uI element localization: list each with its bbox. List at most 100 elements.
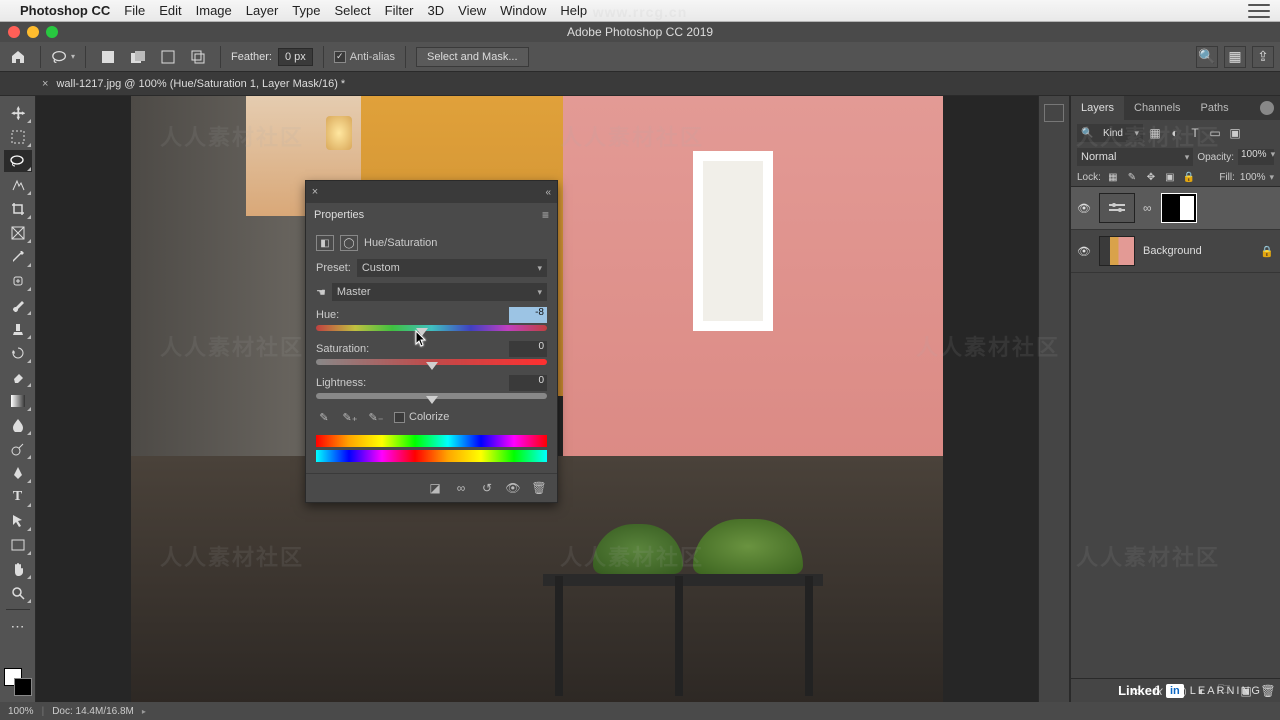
eyedropper-sub-icon[interactable]: ✎₋ [368, 409, 384, 425]
menu-edit[interactable]: Edit [159, 3, 181, 18]
feather-value[interactable]: 0 px [278, 48, 313, 66]
channel-dropdown[interactable]: Master [332, 283, 547, 301]
lasso-tool-selected-icon[interactable] [4, 150, 32, 172]
saturation-slider[interactable]: Saturation: 0 [316, 341, 547, 365]
app-name[interactable]: Photoshop CC [20, 3, 110, 18]
fill-value[interactable]: 100% [1240, 172, 1274, 183]
menu-help[interactable]: Help [560, 3, 587, 18]
menubar-right-icon[interactable] [1248, 4, 1270, 18]
properties-tabbar[interactable]: × « [306, 181, 557, 203]
reset-icon[interactable]: ↺ [479, 480, 495, 496]
menu-filter[interactable]: Filter [385, 3, 414, 18]
filter-adjust-icon[interactable]: ◐ [1167, 125, 1183, 141]
filter-pixel-icon[interactable]: ▦ [1147, 125, 1163, 141]
properties-collapse-icon[interactable]: « [545, 187, 551, 198]
menu-type[interactable]: Type [292, 3, 320, 18]
menu-view[interactable]: View [458, 3, 486, 18]
clip-to-layer-icon[interactable]: ◪ [427, 480, 443, 496]
selection-subtract-icon[interactable] [156, 45, 180, 69]
menu-image[interactable]: Image [196, 3, 232, 18]
menu-window[interactable]: Window [500, 3, 546, 18]
menu-select[interactable]: Select [334, 3, 370, 18]
collapsed-panel-strip[interactable] [1038, 96, 1070, 702]
layer-thumb[interactable] [1099, 236, 1135, 266]
brush-tool-icon[interactable] [4, 294, 32, 316]
zoom-level[interactable]: 100% [8, 706, 34, 717]
layer-name[interactable]: Background [1143, 245, 1202, 257]
tab-layers[interactable]: Layers [1071, 96, 1124, 120]
targeted-adjust-icon[interactable]: ☚ [316, 286, 326, 299]
lock-all-icon[interactable]: 🔒 [1182, 170, 1196, 184]
quick-select-tool-icon[interactable] [4, 174, 32, 196]
eyedropper-tool-icon[interactable] [4, 246, 32, 268]
tab-channels[interactable]: Channels [1124, 96, 1190, 120]
selection-new-icon[interactable] [96, 45, 120, 69]
properties-panel[interactable]: × « Properties ≡ ◧ ◯ Hue/Saturation Pres… [305, 180, 558, 503]
shape-tool-icon[interactable] [4, 534, 32, 556]
visibility-icon[interactable]: 👁 [1077, 245, 1091, 258]
healing-brush-tool-icon[interactable] [4, 270, 32, 292]
hue-value[interactable]: -8 [509, 307, 547, 323]
eraser-tool-icon[interactable] [4, 366, 32, 388]
history-brush-tool-icon[interactable] [4, 342, 32, 364]
select-and-mask-button[interactable]: Select and Mask... [416, 47, 529, 67]
share-icon[interactable]: ⇪ [1252, 46, 1274, 68]
eyedropper-icon[interactable]: ✎ [316, 409, 332, 425]
hand-tool-icon[interactable] [4, 558, 32, 580]
selection-add-icon[interactable] [126, 45, 150, 69]
tab-paths[interactable]: Paths [1191, 96, 1239, 120]
path-select-tool-icon[interactable] [4, 510, 32, 532]
crop-tool-icon[interactable] [4, 198, 32, 220]
hue-slider[interactable]: Hue: -8 [316, 307, 547, 331]
lock-position-icon[interactable]: ✥ [1144, 170, 1158, 184]
workspace-switcher-icon[interactable]: ▦ [1224, 46, 1246, 68]
antialias-checkbox[interactable]: ✓ Anti-alias [334, 51, 395, 63]
search-icon[interactable]: 🔍 [1196, 46, 1218, 68]
collapsed-panel-icon[interactable] [1044, 104, 1064, 122]
dodge-tool-icon[interactable] [4, 438, 32, 460]
filter-shape-icon[interactable]: ▭ [1207, 125, 1223, 141]
lightness-value[interactable]: 0 [509, 375, 547, 391]
gradient-tool-icon[interactable] [4, 390, 32, 412]
document-tab-title[interactable]: wall-1217.jpg @ 100% (Hue/Saturation 1, … [56, 78, 345, 90]
preset-dropdown[interactable]: Custom [357, 259, 547, 277]
filter-kind-dropdown[interactable]: 🔍Kind [1077, 124, 1143, 142]
color-swatches[interactable] [4, 668, 32, 696]
delete-adjustment-icon[interactable]: 🗑 [531, 480, 547, 496]
layer-row-background[interactable]: 👁 Background 🔒 [1071, 230, 1280, 273]
menu-layer[interactable]: Layer [246, 3, 279, 18]
trash-icon[interactable]: 🗑 [1260, 683, 1276, 699]
frame-tool-icon[interactable] [4, 222, 32, 244]
eyedropper-add-icon[interactable]: ✎₊ [342, 409, 358, 425]
opacity-value[interactable]: 100% [1238, 149, 1274, 165]
move-tool-icon[interactable] [4, 102, 32, 124]
lock-artboard-icon[interactable]: ▣ [1163, 170, 1177, 184]
menu-file[interactable]: File [124, 3, 145, 18]
adjustment-thumb-icon[interactable] [1099, 193, 1135, 223]
toggle-visibility-icon[interactable]: 👁 [505, 480, 521, 496]
properties-menu-icon[interactable]: ≡ [542, 208, 549, 222]
type-tool-icon[interactable]: T [4, 486, 32, 508]
lasso-tool-icon[interactable]: ▾ [51, 45, 75, 69]
pen-tool-icon[interactable] [4, 462, 32, 484]
clone-stamp-tool-icon[interactable] [4, 318, 32, 340]
properties-close-icon[interactable]: × [306, 186, 324, 198]
mask-link-icon[interactable]: ∞ [1143, 201, 1153, 215]
lock-paint-icon[interactable]: ✎ [1125, 170, 1139, 184]
home-icon[interactable] [6, 45, 30, 69]
selection-intersect-icon[interactable] [186, 45, 210, 69]
layer-row-adjustment[interactable]: 👁 ∞ [1071, 187, 1280, 230]
marquee-tool-icon[interactable] [4, 126, 32, 148]
colorize-checkbox[interactable]: Colorize [394, 411, 449, 423]
filter-smart-icon[interactable]: ▣ [1227, 125, 1243, 141]
saturation-value[interactable]: 0 [509, 341, 547, 357]
blend-mode-dropdown[interactable]: Normal [1077, 148, 1193, 166]
visibility-icon[interactable]: 👁 [1077, 202, 1091, 215]
lock-trans-icon[interactable]: ▦ [1106, 170, 1120, 184]
view-previous-icon[interactable]: ∞ [453, 480, 469, 496]
doc-size[interactable]: Doc: 14.4M/16.8M [52, 706, 134, 717]
doc-tab-close-icon[interactable]: × [42, 78, 48, 90]
layer-mask-thumb[interactable] [1161, 193, 1197, 223]
zoom-tool-icon[interactable] [4, 582, 32, 604]
blur-tool-icon[interactable] [4, 414, 32, 436]
